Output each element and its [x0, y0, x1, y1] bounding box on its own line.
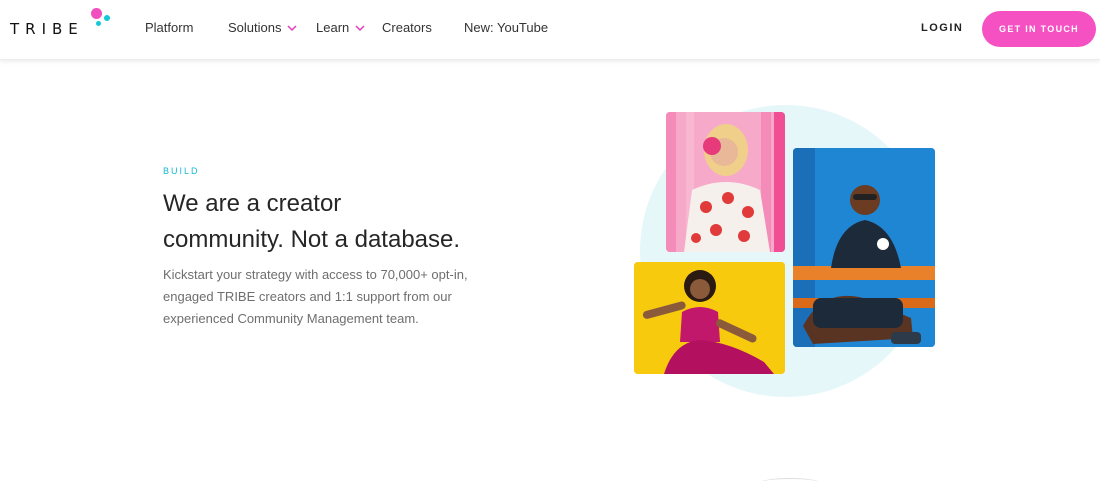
logo-dot-icon — [96, 21, 101, 26]
creator-photo-pink — [666, 112, 785, 252]
hero-headline: We are a creator community. Not a databa… — [163, 186, 523, 258]
nav-item-label: Platform — [145, 20, 194, 35]
nav-item-platform[interactable]: Platform — [145, 20, 193, 35]
site-header: TRIBE Platform Solutions Learn Creators … — [0, 0, 1100, 60]
nav-item-solutions[interactable]: Solutions — [228, 20, 298, 35]
nav-item-label: Learn — [316, 20, 350, 35]
nav-item-learn[interactable]: Learn — [316, 20, 365, 35]
logo-wordmark: TRIBE — [10, 20, 84, 38]
logo-dot-icon — [91, 8, 102, 19]
creator-photo-yellow — [634, 262, 785, 374]
section-eyebrow: BUILD — [163, 166, 200, 176]
login-link[interactable]: LOGIN — [921, 22, 963, 34]
get-in-touch-button[interactable]: GET IN TOUCH — [982, 11, 1096, 47]
chevron-down-icon — [355, 24, 365, 31]
description-line: engaged TRIBE creators and 1:1 support f… — [163, 289, 452, 304]
headline-line: community. Not a database. — [163, 226, 461, 253]
nav-item-label: Solutions — [228, 20, 282, 35]
description-line: Kickstart your strategy with access to 7… — [163, 267, 468, 282]
nav-item-label: Creators — [382, 20, 432, 35]
logo-dot-icon — [104, 15, 110, 21]
hero-description: Kickstart your strategy with access to 7… — [163, 264, 493, 330]
creator-photo-blue — [793, 148, 935, 347]
description-line: experienced Community Management team. — [163, 311, 419, 326]
nav-item-youtube[interactable]: New: YouTube — [464, 20, 548, 35]
tribe-logo[interactable]: TRIBE — [10, 6, 120, 46]
nav-item-creators[interactable]: Creators — [382, 20, 432, 35]
headline-line: We are a creator — [163, 190, 342, 217]
nav-item-label: New: YouTube — [464, 20, 549, 35]
chevron-down-icon — [287, 24, 298, 31]
